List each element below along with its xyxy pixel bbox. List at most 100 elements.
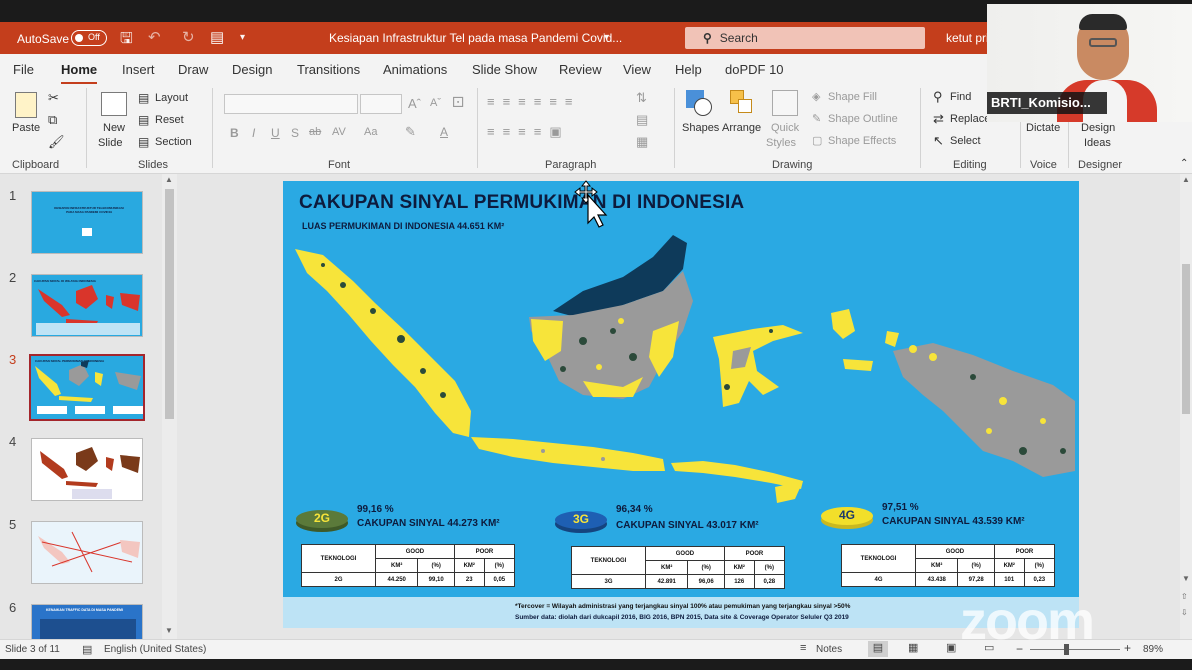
- slide-subtitle[interactable]: LUAS PERMUKIMAN DI INDONESIA 44.651 KM²: [302, 221, 504, 231]
- title-dropdown-icon[interactable]: ▾: [604, 32, 609, 43]
- notes-icon[interactable]: ≡: [800, 642, 806, 654]
- smartart-icon[interactable]: ▦: [636, 134, 648, 150]
- font-name-combo[interactable]: [224, 94, 358, 114]
- tab-help[interactable]: Help: [675, 62, 702, 77]
- reading-view-icon[interactable]: ▣: [946, 641, 956, 654]
- tab-insert[interactable]: Insert: [122, 62, 155, 77]
- find-button[interactable]: Find: [950, 91, 971, 103]
- zoom-level[interactable]: 89%: [1143, 644, 1163, 655]
- dictate-button[interactable]: Dictate: [1026, 122, 1060, 134]
- bold-button[interactable]: B: [230, 126, 239, 140]
- select-button[interactable]: Select: [950, 135, 981, 147]
- highlight-icon[interactable]: ✎: [405, 124, 416, 140]
- cell-tech: 2G: [301, 572, 376, 587]
- slide-sorter-icon[interactable]: ▦: [908, 641, 918, 654]
- font-color-button[interactable]: A: [440, 125, 448, 139]
- th-tech: TEKNOLOGI: [571, 546, 646, 575]
- slide-thumbnail-4[interactable]: [31, 438, 143, 501]
- strikethrough-button[interactable]: ab: [309, 126, 321, 138]
- tab-dopdf[interactable]: doPDF 10: [725, 62, 784, 77]
- scroll-up-icon[interactable]: ▲: [1182, 175, 1190, 184]
- redo-icon[interactable]: ↻: [182, 28, 195, 46]
- notes-button[interactable]: Notes: [816, 644, 842, 655]
- slide-thumbnail-3[interactable]: CAKUPAN SINYAL PERMUKIMAN DI INDONESIA: [27, 352, 147, 423]
- tab-file[interactable]: File: [13, 62, 34, 77]
- font-size-combo[interactable]: [360, 94, 402, 114]
- search-box[interactable]: ⚲ Search: [685, 27, 925, 49]
- previous-slide-icon[interactable]: ⇧: [1181, 592, 1188, 601]
- text-direction-icon[interactable]: ⇅: [636, 90, 647, 106]
- shapes-button[interactable]: Shapes: [682, 122, 719, 134]
- shadow-button[interactable]: S: [291, 126, 299, 140]
- tab-transitions[interactable]: Transitions: [297, 62, 360, 77]
- scroll-down-icon[interactable]: ▼: [1182, 574, 1190, 583]
- language-indicator[interactable]: English (United States): [104, 644, 206, 655]
- arrange-button[interactable]: Arrange: [722, 122, 761, 134]
- customize-qat-icon[interactable]: ▾: [240, 32, 245, 43]
- format-painter-icon[interactable]: 🖌: [48, 134, 65, 150]
- undo-icon[interactable]: ↶: [148, 28, 161, 46]
- shrink-font-icon[interactable]: Aˇ: [430, 97, 441, 109]
- tab-draw[interactable]: Draw: [178, 62, 208, 77]
- align-text-icon[interactable]: ▤: [636, 112, 648, 128]
- quick-styles-button-line2[interactable]: Styles: [766, 137, 796, 149]
- bullets-numbering-icons[interactable]: ≡≡≡≡≡≡: [487, 94, 581, 109]
- autosave-toggle[interactable]: Off: [71, 30, 107, 46]
- new-slide-button-line2[interactable]: Slide: [98, 137, 122, 149]
- slide-scrollbar[interactable]: ▲ ▼ ⇧ ⇩: [1180, 174, 1192, 639]
- slide-thumbnail-6[interactable]: KENAIKAN TRAFFIC DATA DI MASA PANDEMI: [31, 604, 143, 640]
- section-button[interactable]: Section: [155, 136, 192, 148]
- save-icon[interactable]: 🖫: [120, 28, 133, 53]
- copy-icon[interactable]: ⧉: [48, 112, 57, 128]
- spellcheck-icon[interactable]: ▤: [82, 643, 92, 656]
- normal-view-icon[interactable]: ▤: [868, 641, 888, 657]
- tab-review[interactable]: Review: [559, 62, 602, 77]
- grow-font-icon[interactable]: Aˆ: [408, 96, 421, 111]
- slide-canvas[interactable]: CAKUPAN SINYAL PERMUKIMAN DI INDONESIA L…: [283, 181, 1079, 628]
- scroll-up-icon[interactable]: ▲: [165, 175, 173, 184]
- design-ideas-button[interactable]: Design: [1081, 122, 1115, 134]
- thumbnail-scrollbar[interactable]: ▲ ▼: [162, 174, 177, 639]
- collapse-ribbon-icon[interactable]: ⌃: [1180, 158, 1188, 169]
- tab-slide-show[interactable]: Slide Show: [472, 62, 537, 77]
- alignment-icons[interactable]: ≡≡≡≡▣: [487, 124, 570, 140]
- slide-thumbnail-5[interactable]: [31, 521, 143, 584]
- design-ideas-button-line2[interactable]: Ideas: [1084, 137, 1111, 149]
- table-2g: TEKNOLOGI GOOD POOR KM² (%) KM² (%) 2G 44.250 9…: [301, 544, 516, 587]
- shape-outline-button[interactable]: Shape Outline: [828, 113, 898, 125]
- char-spacing-button[interactable]: AV: [332, 126, 346, 138]
- layout-button[interactable]: Layout: [155, 92, 188, 104]
- italic-button[interactable]: I: [252, 126, 255, 140]
- replace-button[interactable]: Replace: [950, 113, 990, 125]
- underline-button[interactable]: U: [271, 126, 280, 140]
- cell-good-km: 44.250: [374, 572, 419, 587]
- zoom-video-tile[interactable]: BRTI_Komisio...: [987, 4, 1192, 122]
- new-slide-icon[interactable]: [101, 92, 127, 116]
- clear-format-icon[interactable]: ⚀: [452, 94, 464, 111]
- scroll-down-icon[interactable]: ▼: [165, 626, 173, 635]
- quick-styles-icon[interactable]: [772, 90, 798, 116]
- slide-thumbnail-1[interactable]: KESIAPAN INFRASTRUKTUR TELEKOMUNIKASI PA…: [31, 191, 143, 254]
- tab-home[interactable]: Home: [61, 62, 98, 85]
- tab-animations[interactable]: Animations: [383, 62, 447, 77]
- slide-thumbnail-2[interactable]: CAKUPAN SINYAL DI WILAYAH INDONESIA: [31, 274, 143, 337]
- scrollbar-thumb[interactable]: [1182, 264, 1190, 414]
- new-slide-button[interactable]: New: [103, 122, 125, 134]
- slide-title[interactable]: CAKUPAN SINYAL PERMUKIMAN DI INDONESIA: [299, 192, 744, 214]
- change-case-button[interactable]: Aa: [364, 126, 377, 138]
- zoom-in-icon[interactable]: +: [1124, 641, 1131, 655]
- cell-tech: 4G: [841, 572, 916, 587]
- cut-icon[interactable]: ✂: [48, 90, 59, 106]
- next-slide-icon[interactable]: ⇩: [1181, 608, 1188, 617]
- scrollbar-thumb[interactable]: [165, 189, 174, 419]
- quick-styles-button[interactable]: Quick: [771, 122, 799, 134]
- paste-button[interactable]: Paste: [12, 122, 40, 134]
- paste-icon[interactable]: [15, 92, 37, 118]
- shape-fill-button[interactable]: Shape Fill: [828, 91, 877, 103]
- tab-design[interactable]: Design: [232, 62, 272, 77]
- user-name[interactable]: ketut pri: [946, 31, 989, 45]
- shape-effects-button[interactable]: Shape Effects: [828, 135, 896, 147]
- present-icon[interactable]: ▤: [210, 28, 224, 46]
- tab-view[interactable]: View: [623, 62, 651, 77]
- reset-button[interactable]: Reset: [155, 114, 184, 126]
